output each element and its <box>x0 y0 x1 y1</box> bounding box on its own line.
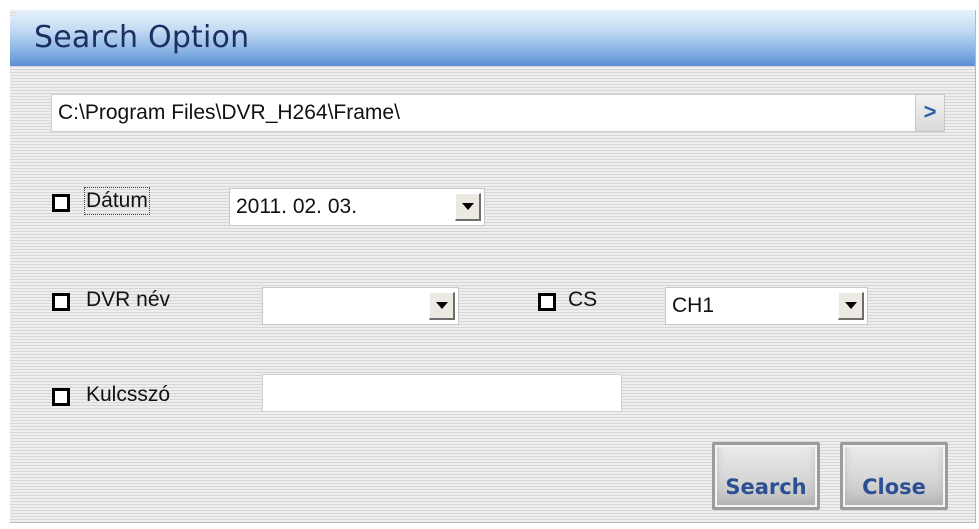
keyword-label: Kulcsszó <box>86 383 171 406</box>
title-bar[interactable]: Search Option <box>10 10 975 66</box>
channel-dropdown[interactable]: CH1 <box>665 287 868 325</box>
keyword-input[interactable] <box>262 374 622 412</box>
date-checkbox[interactable] <box>52 194 70 212</box>
keyword-checkbox[interactable] <box>52 388 70 406</box>
dvr-name-dropdown[interactable] <box>262 287 459 325</box>
channel-checkbox[interactable] <box>538 293 556 311</box>
chevron-down-icon[interactable] <box>455 193 481 221</box>
date-label: Dátum <box>84 187 150 215</box>
folder-path-field[interactable]: C:\Program Files\DVR_H264\Frame\ <box>51 94 918 132</box>
channel-label: CS <box>568 288 598 311</box>
close-button[interactable]: Close <box>840 442 948 510</box>
window-title: Search Option <box>34 20 250 55</box>
chevron-down-icon[interactable] <box>429 292 455 320</box>
date-dropdown[interactable]: 2011. 02. 03. <box>229 188 485 226</box>
dvr-name-checkbox[interactable] <box>52 293 70 311</box>
search-button[interactable]: Search <box>712 442 820 510</box>
dvr-name-label: DVR név <box>86 288 171 311</box>
search-option-window: Search Option C:\Program Files\DVR_H264\… <box>10 10 976 523</box>
browse-folder-button[interactable]: > <box>915 94 945 132</box>
channel-dropdown-value: CH1 <box>672 294 715 317</box>
date-dropdown-value: 2011. 02. 03. <box>236 195 358 218</box>
chevron-down-icon[interactable] <box>838 292 864 320</box>
